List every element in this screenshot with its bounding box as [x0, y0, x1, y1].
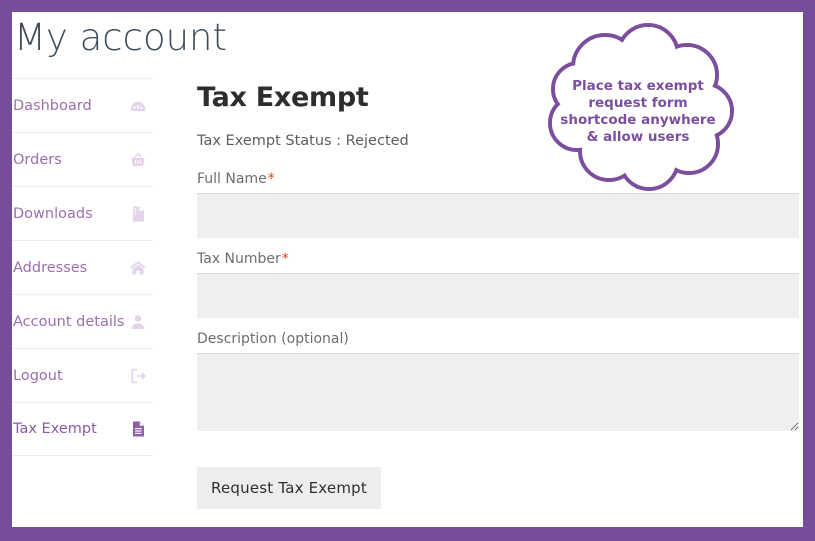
sidebar-item-dashboard[interactable]: Dashboard [12, 78, 153, 132]
document-icon [129, 420, 147, 438]
full-name-label-text: Full Name [197, 171, 267, 187]
sidebar-item-label: Addresses [13, 259, 88, 276]
sidebar-item-tax-exempt[interactable]: Tax Exempt [12, 402, 153, 456]
tax-exempt-form-section: Tax Exempt Tax Exempt Status : Rejected … [197, 82, 803, 509]
request-tax-exempt-button[interactable]: Request Tax Exempt [197, 467, 381, 509]
tax-number-label: Tax Number* [197, 251, 803, 267]
sidebar-item-account-details[interactable]: Account details [12, 294, 153, 348]
sidebar-item-orders[interactable]: Orders [12, 132, 153, 186]
full-name-label: Full Name* [197, 171, 803, 187]
sidebar-item-label: Downloads [13, 205, 93, 222]
field-full-name: Full Name* [197, 171, 803, 238]
account-nav: Dashboard Orders Downloads Addresses Acc… [12, 78, 153, 456]
home-icon [129, 259, 147, 277]
download-file-icon [129, 205, 147, 223]
section-heading: Tax Exempt [197, 82, 369, 113]
full-name-input[interactable] [197, 193, 799, 238]
user-icon [129, 313, 147, 331]
sidebar-item-label: Dashboard [13, 97, 92, 114]
account-page: My account Dashboard Orders Downloads Ad… [12, 12, 803, 527]
field-description: Description (optional) [197, 331, 803, 431]
tax-exempt-status: Tax Exempt Status : Rejected [197, 133, 409, 149]
field-tax-number: Tax Number* [197, 251, 803, 318]
page-title: My account [14, 16, 227, 59]
sidebar-item-downloads[interactable]: Downloads [12, 186, 153, 240]
required-asterisk: * [267, 171, 275, 187]
basket-icon [129, 151, 147, 169]
logout-icon [129, 367, 147, 385]
sidebar-item-label: Orders [13, 151, 62, 168]
purple-page-border: My account Dashboard Orders Downloads Ad… [0, 0, 815, 541]
tax-number-label-text: Tax Number [197, 251, 281, 267]
gauge-icon [129, 97, 147, 115]
sidebar-item-label: Tax Exempt [13, 421, 97, 437]
description-textarea[interactable] [197, 353, 799, 431]
sidebar-item-label: Account details [13, 313, 125, 330]
required-asterisk: * [281, 251, 289, 267]
sidebar-item-label: Logout [13, 367, 63, 384]
description-label: Description (optional) [197, 331, 349, 347]
tax-number-input[interactable] [197, 273, 799, 318]
sidebar-item-logout[interactable]: Logout [12, 348, 153, 402]
sidebar-item-addresses[interactable]: Addresses [12, 240, 153, 294]
